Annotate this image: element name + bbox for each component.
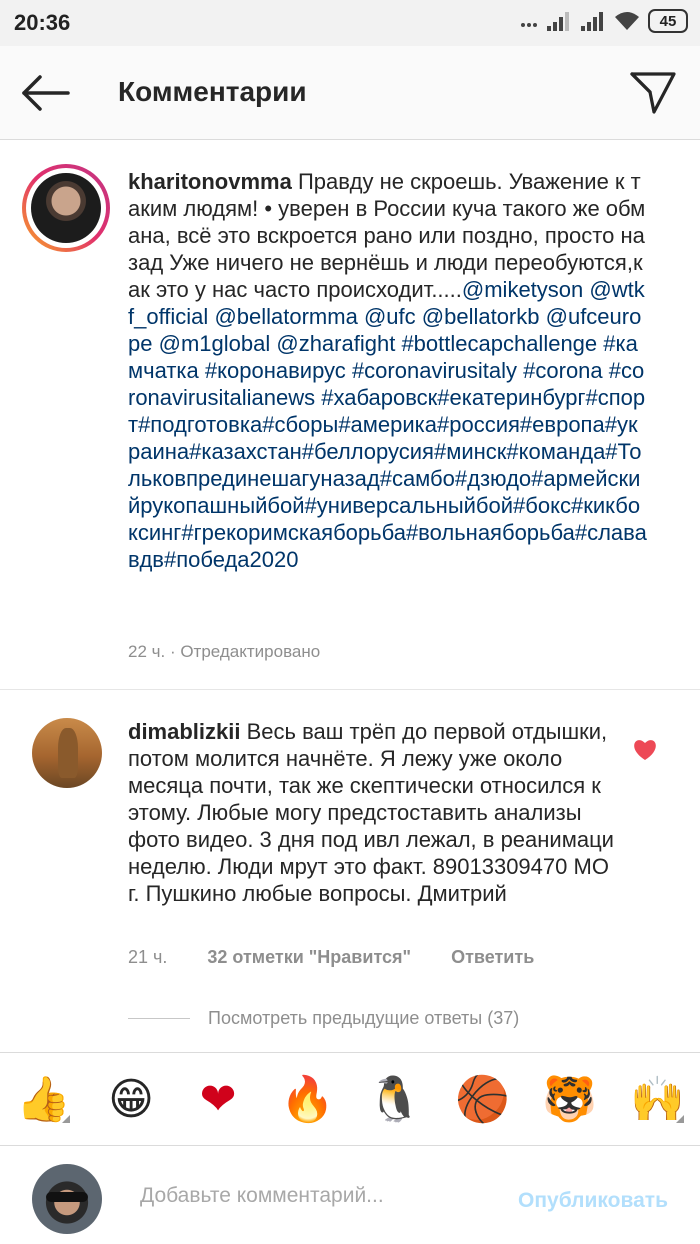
fire-emoji: 🔥	[280, 1074, 335, 1125]
caption-username[interactable]: kharitonovmma	[128, 169, 292, 194]
signal-icon	[547, 12, 569, 31]
caption-tag-link[interactable]: #коронавирус	[205, 358, 346, 383]
caption-tag-link[interactable]: #coronavirusitaly	[352, 358, 517, 383]
emoji-button-heart[interactable]: ❤	[191, 1073, 245, 1127]
post-caption: kharitonovmma Правду не скроешь. Уважени…	[0, 140, 700, 690]
comment-meta: 21 ч. 32 отметки "Нравится" Ответить	[128, 947, 534, 968]
replies-divider	[128, 1018, 190, 1019]
comment-body: Весь ваш трёп до первой отдышки, потом м…	[128, 719, 614, 906]
status-bar: 20:36 45	[0, 0, 700, 46]
comment-input[interactable]: Добавьте комментарий...	[140, 1184, 384, 1208]
battery-level: 45	[659, 12, 677, 30]
variant-indicator	[676, 1115, 684, 1123]
battery-icon: 45	[648, 9, 688, 33]
caption-tag-link[interactable]: @zharafight	[276, 331, 395, 356]
caption-tag-link[interactable]: #хабаровск#екатеринбург#спорт#подготовка…	[128, 385, 647, 572]
red-heart-emoji: ❤	[199, 1074, 237, 1125]
variant-indicator	[62, 1115, 70, 1123]
caption-tag-link[interactable]: @m1global	[159, 331, 271, 356]
status-time: 20:36	[14, 10, 71, 35]
view-replies-button[interactable]: Посмотреть предыдущие ответы (37)	[128, 1008, 519, 1029]
emoji-bar: 👍 😁 ❤ 🔥 🐧 🏀 🐯 🙌	[0, 1052, 700, 1146]
caption-body: Правду не скроешь. Уважение к таким людя…	[128, 169, 647, 572]
emoji-button-fire[interactable]: 🔥	[280, 1073, 335, 1127]
caption-tag-link[interactable]: @ufc	[364, 304, 416, 329]
caption-tag-link[interactable]: #corona	[523, 358, 603, 383]
caption-tag-link[interactable]: #bottlecapchallenge	[401, 331, 597, 356]
caption-tag-link[interactable]: @bellatorkb	[422, 304, 540, 329]
avatar[interactable]	[31, 173, 101, 243]
wifi-icon	[615, 12, 639, 30]
penguin-emoji: 🐧	[367, 1074, 422, 1125]
avatar	[32, 1164, 102, 1234]
view-replies-label: Посмотреть предыдущие ответы (37)	[208, 1008, 520, 1028]
emoji-button-thumbs-up[interactable]: 👍	[16, 1073, 71, 1127]
emoji-button-raised-hands[interactable]: 🙌	[630, 1073, 685, 1127]
tiger-emoji: 🐯	[542, 1074, 597, 1125]
heart-icon[interactable]	[632, 738, 658, 762]
meta-separator: ·	[165, 642, 181, 661]
avatar[interactable]	[32, 718, 102, 788]
comment-time: 21 ч.	[128, 947, 168, 967]
story-ring[interactable]	[22, 164, 110, 252]
send-direct-icon[interactable]	[628, 68, 678, 118]
back-arrow-icon[interactable]	[20, 72, 72, 114]
caption-tag-link[interactable]: @bellatormma	[214, 304, 357, 329]
caption-time: 22 ч.	[128, 642, 166, 661]
likes-count[interactable]: 32 отметки "Нравится"	[207, 947, 411, 968]
caption-meta: 22 ч. · Отредактировано	[128, 642, 320, 662]
emoji-button-penguin[interactable]: 🐧	[367, 1073, 422, 1127]
basketball-emoji: 🏀	[455, 1074, 510, 1125]
emoji-button-tiger[interactable]: 🐯	[542, 1073, 597, 1127]
dots-icon	[521, 23, 537, 27]
status-icons: 45	[520, 9, 688, 33]
grinning-emoji: 😁	[108, 1074, 154, 1125]
publish-button[interactable]: Опубликовать	[518, 1189, 668, 1213]
emoji-button-grinning[interactable]: 😁	[104, 1073, 158, 1127]
caption-text: kharitonovmma Правду не скроешь. Уважени…	[128, 168, 648, 573]
comment-text: dimablizkii Весь ваш трёп до первой отды…	[128, 718, 618, 907]
caption-tag-link[interactable]: @miketyson	[462, 277, 583, 302]
edited-label: Отредактировано	[180, 642, 321, 661]
comment-username[interactable]: dimablizkii	[128, 719, 240, 744]
app-header: Комментарии	[0, 46, 700, 140]
signal-icon-2	[581, 12, 603, 31]
reply-button[interactable]: Ответить	[451, 947, 534, 968]
comment-item: dimablizkii Весь ваш трёп до первой отды…	[0, 690, 700, 1052]
comment-composer: Добавьте комментарий... Опубликовать	[0, 1146, 700, 1244]
page-title: Комментарии	[118, 76, 307, 107]
emoji-button-basketball[interactable]: 🏀	[455, 1073, 510, 1127]
